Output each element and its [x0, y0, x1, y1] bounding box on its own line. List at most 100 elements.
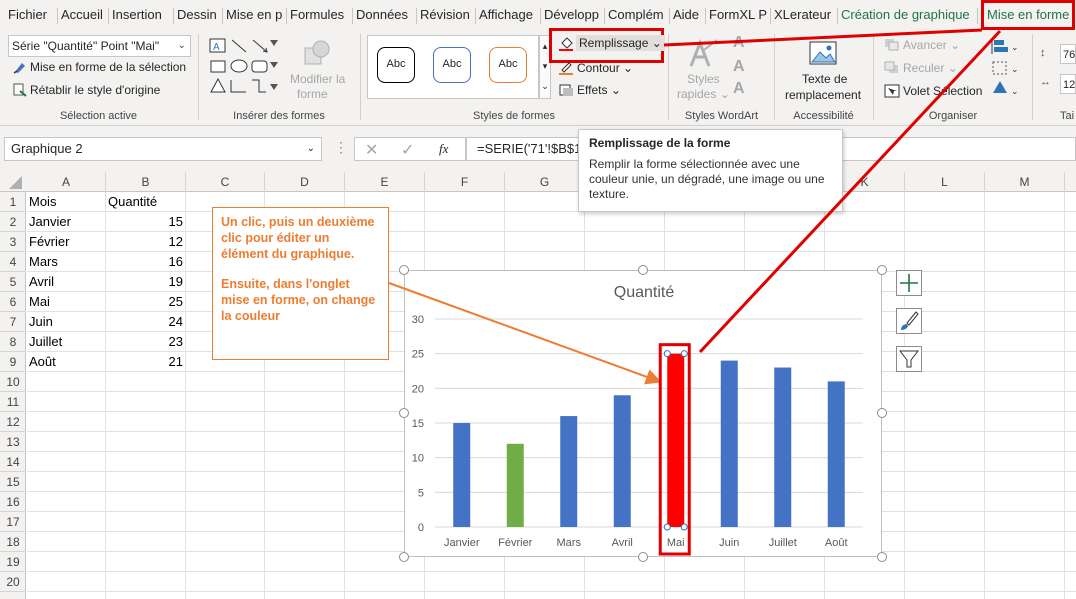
shape-style-blue[interactable]: Abc [433, 47, 471, 83]
cell-b3[interactable]: 12 [108, 232, 183, 252]
chart-elements-button[interactable] [896, 270, 922, 296]
row-header-1[interactable]: 1 [0, 192, 26, 212]
cell-a7[interactable]: Juin [29, 312, 105, 332]
tab-revision[interactable]: Révision [420, 0, 470, 30]
align-group-rotate-icons[interactable]: ⌄ ⌄ ⌄ [990, 36, 1020, 98]
row-header-16[interactable]: 16 [0, 492, 26, 512]
row-header-17[interactable]: 17 [0, 512, 26, 532]
row-header-18[interactable]: 18 [0, 532, 26, 552]
row-header-15[interactable]: 15 [0, 472, 26, 492]
column-header-b[interactable]: B [106, 172, 186, 192]
column-header-e[interactable]: E [345, 172, 425, 192]
row-header-7[interactable]: 7 [0, 312, 26, 332]
tab-fichier[interactable]: Fichier [8, 0, 47, 30]
resize-handle-e[interactable] [877, 408, 887, 418]
row-header-4[interactable]: 4 [0, 252, 26, 272]
column-header-d[interactable]: D [265, 172, 345, 192]
format-selection-button[interactable]: Mise en forme de la sélection [30, 60, 186, 74]
shape-effects-button[interactable]: Effets ⌄ [577, 83, 621, 97]
row-header-9[interactable]: 9 [0, 352, 26, 372]
cell-a4[interactable]: Mars [29, 252, 105, 272]
cell-a1[interactable]: Mois [29, 192, 105, 212]
bar-mai[interactable] [667, 353, 685, 527]
cell-b8[interactable]: 23 [108, 332, 183, 352]
cell-b6[interactable]: 25 [108, 292, 183, 312]
bar-juillet[interactable] [774, 367, 792, 527]
tab-dessin[interactable]: Dessin [177, 0, 217, 30]
quick-styles-button[interactable]: Styles [687, 72, 720, 86]
cancel-icon[interactable]: ✕ [365, 140, 378, 160]
row-header-2[interactable]: 2 [0, 212, 26, 232]
modify-shape-button[interactable]: Modifier la [290, 72, 345, 86]
shapes-gallery[interactable]: A [208, 36, 280, 100]
column-header-f[interactable]: F [425, 172, 505, 192]
row-header-12[interactable]: 12 [0, 412, 26, 432]
cell-b2[interactable]: 15 [108, 212, 183, 232]
resize-handle-ne[interactable] [877, 265, 887, 275]
column-header-g[interactable]: G [505, 172, 585, 192]
shape-style-orange[interactable]: Abc [489, 47, 527, 83]
row-header-19[interactable]: 19 [0, 552, 26, 572]
tab-affichage[interactable]: Affichage [479, 0, 533, 30]
bar-fevrier[interactable] [506, 443, 524, 527]
row-header-10[interactable]: 10 [0, 372, 26, 392]
resize-handle-n[interactable] [638, 265, 648, 275]
bar-mars[interactable] [560, 416, 578, 527]
reset-style-button[interactable]: Rétablir le style d'origine [30, 83, 160, 97]
cell-a9[interactable]: Août [29, 352, 105, 372]
bar-avril[interactable] [613, 395, 631, 527]
cell-b5[interactable]: 19 [108, 272, 183, 292]
tab-donnees[interactable]: Données [356, 0, 408, 30]
shape-fill-button[interactable]: Remplissage ⌄ [576, 35, 665, 51]
cell-b1[interactable]: Quantité [108, 192, 184, 212]
tab-developp[interactable]: Développ [544, 0, 599, 30]
tab-xlerateur[interactable]: XLerateur [774, 0, 831, 30]
chart-styles-button[interactable] [896, 308, 922, 334]
tab-complem[interactable]: Complém [608, 0, 664, 30]
column-header-l[interactable]: L [905, 172, 985, 192]
cell-b9[interactable]: 21 [108, 352, 183, 372]
row-header-13[interactable]: 13 [0, 432, 26, 452]
shape-style-black[interactable]: Abc [377, 47, 415, 83]
bar-aout[interactable] [827, 381, 845, 527]
chart-element-select[interactable]: Série "Quantité" Point "Mai" ⌄ [8, 35, 191, 57]
tab-mise-en-forme[interactable]: Mise en forme [981, 0, 1076, 30]
send-backward-button[interactable]: Reculer ⌄ [903, 61, 958, 75]
row-header-6[interactable]: 6 [0, 292, 26, 312]
chart-filters-button[interactable] [896, 346, 922, 372]
selection-handle[interactable] [663, 350, 671, 358]
column-header-m[interactable]: M [985, 172, 1065, 192]
insert-function-icon[interactable]: fx [439, 141, 448, 157]
bar-janvier[interactable] [453, 423, 471, 527]
row-header-11[interactable]: 11 [0, 392, 26, 412]
resize-handle-sw[interactable] [399, 552, 409, 562]
row-header-20[interactable]: 20 [0, 572, 26, 592]
resize-handle-w[interactable] [399, 408, 409, 418]
bar-chart[interactable]: Quantité 0 5 10 15 20 25 30 Janvier Février Mars A… [404, 270, 882, 557]
column-header-a[interactable]: A [27, 172, 106, 192]
cell-a5[interactable]: Avril [29, 272, 105, 292]
cell-a2[interactable]: Janvier [29, 212, 105, 232]
select-all-corner[interactable] [0, 172, 26, 192]
tab-formxl-p[interactable]: FormXL P [709, 0, 767, 30]
row-header-8[interactable]: 8 [0, 332, 26, 352]
confirm-icon[interactable]: ✓ [401, 140, 414, 160]
selection-pane-button[interactable]: Volet Sélection [903, 84, 982, 98]
selection-handle[interactable] [663, 523, 671, 531]
tab-mise-en-p[interactable]: Mise en p [226, 0, 282, 30]
bring-forward-button[interactable]: Avancer ⌄ [903, 38, 960, 52]
shape-outline-button[interactable]: Contour ⌄ [577, 61, 633, 75]
alt-text-button[interactable]: Texte de [802, 72, 847, 86]
cell-b4[interactable]: 16 [108, 252, 183, 272]
resize-handle-nw[interactable] [399, 265, 409, 275]
column-header-c[interactable]: C [186, 172, 265, 192]
resize-handle-se[interactable] [877, 552, 887, 562]
tab-accueil[interactable]: Accueil [61, 0, 103, 30]
selection-handle[interactable] [680, 523, 688, 531]
cell-a8[interactable]: Juillet [29, 332, 105, 352]
cell-b7[interactable]: 24 [108, 312, 183, 332]
shape-height-input[interactable]: 76 [1060, 44, 1076, 64]
tab-formules[interactable]: Formules [290, 0, 344, 30]
tab-creation-de-graphique[interactable]: Création de graphique [841, 0, 970, 30]
selection-handle[interactable] [680, 350, 688, 358]
